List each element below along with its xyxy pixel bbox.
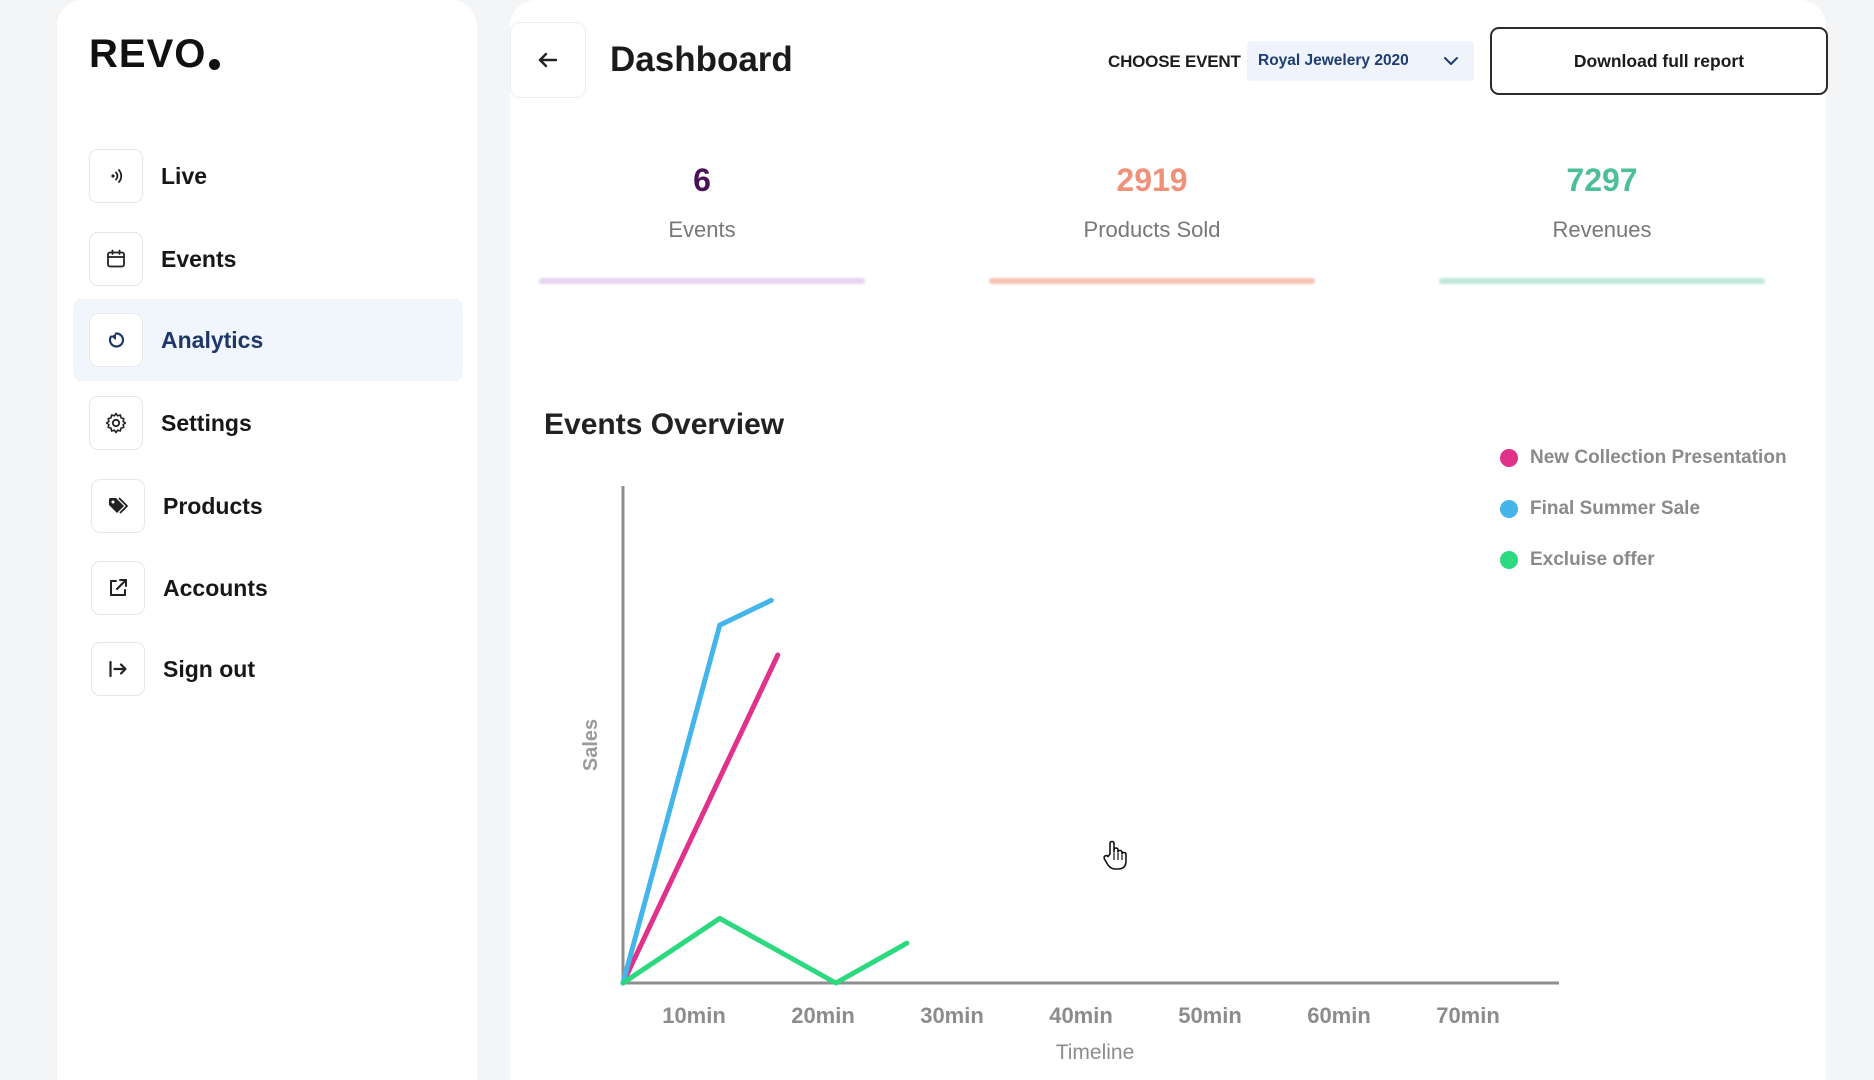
sidebar-item-label: Settings [161, 409, 252, 436]
download-report-button[interactable]: Download full report [1490, 27, 1828, 95]
x-tick-label: 60min [1307, 1003, 1371, 1028]
sidebar-item-label: Analytics [161, 326, 264, 353]
events-overview-chart: Sales Timeline 10min 20min 30min 40min 50min… [580, 486, 1559, 1064]
stat-label: Products Sold [1083, 217, 1221, 242]
x-tick-label: 20min [791, 1003, 855, 1028]
event-select-value: Royal Jewelery 2020 [1258, 52, 1409, 69]
series-line[interactable] [620, 597, 774, 986]
x-tick-labels: 10min 20min 30min 40min 50min 60min 70min [662, 1003, 1500, 1028]
sidebar-item-accounts[interactable]: Accounts [73, 547, 463, 629]
main-panel: Dashboard CHOOSE EVENT Royal Jewelery 20… [510, 0, 1828, 1080]
back-button[interactable] [510, 22, 586, 98]
stat-card-products-sold: 2919 Products Sold [977, 132, 1327, 284]
tag-icon [91, 479, 145, 533]
sidebar: REVO Live Events Analytics Settings Prod… [57, 0, 477, 1080]
chevron-down-icon [1444, 57, 1458, 65]
legend-dot [1500, 448, 1518, 467]
stat-value: 6 [693, 162, 711, 198]
brand-name: REVO [89, 32, 207, 76]
stat-label: Revenues [1552, 217, 1652, 242]
gear-icon [89, 396, 143, 450]
sidebar-item-events[interactable]: Events [73, 218, 463, 300]
sidebar-item-label: Events [161, 245, 237, 272]
chart-title: Events Overview [544, 408, 785, 441]
sidebar-item-settings[interactable]: Settings [73, 382, 463, 464]
sidebar-item-label: Accounts [163, 574, 268, 601]
sidebar-item-label: Sign out [163, 655, 255, 682]
stat-value: 2919 [1116, 162, 1188, 198]
stat-card-revenues: 7297 Revenues [1427, 132, 1777, 284]
x-tick-label: 10min [662, 1003, 726, 1028]
brand-logo[interactable]: REVO [89, 32, 221, 77]
stat-card-events: 6 Events [527, 132, 877, 284]
x-tick-label: 70min [1436, 1003, 1500, 1028]
x-axis-label: Timeline [1056, 1041, 1135, 1064]
stat-label: Events [668, 217, 736, 242]
stat-underline [539, 278, 865, 284]
x-tick-label: 40min [1049, 1003, 1113, 1028]
calendar-icon [89, 232, 143, 286]
analytics-refresh-icon [89, 313, 143, 367]
event-select[interactable]: Royal Jewelery 2020 [1247, 41, 1474, 81]
external-link-icon [91, 561, 145, 615]
x-tick-label: 30min [920, 1003, 984, 1028]
stat-value: 7297 [1566, 162, 1638, 198]
sidebar-item-label: Products [163, 492, 263, 519]
logo-dot [209, 59, 221, 70]
sidebar-item-live[interactable]: Live [73, 135, 463, 217]
choose-event-label: CHOOSE EVENT [1108, 52, 1241, 71]
sidebar-item-products[interactable]: Products [73, 465, 463, 547]
sidebar-item-sign-out[interactable]: Sign out [73, 628, 463, 710]
stat-underline [989, 278, 1315, 284]
legend-label: New Collection Presentation [1530, 446, 1787, 468]
sidebar-item-label: Live [161, 162, 208, 189]
stat-underline [1439, 278, 1765, 284]
sidebar-item-analytics[interactable]: Analytics [73, 299, 463, 381]
x-tick-label: 50min [1178, 1003, 1242, 1028]
arrow-left-icon [538, 52, 558, 68]
series-lines [620, 597, 910, 986]
y-axis-label: Sales [580, 719, 602, 771]
page-title: Dashboard [610, 40, 793, 79]
hand-cursor-icon [1103, 840, 1127, 870]
sign-out-icon [91, 642, 145, 696]
series-line[interactable] [620, 915, 910, 986]
live-signal-icon [89, 149, 143, 203]
